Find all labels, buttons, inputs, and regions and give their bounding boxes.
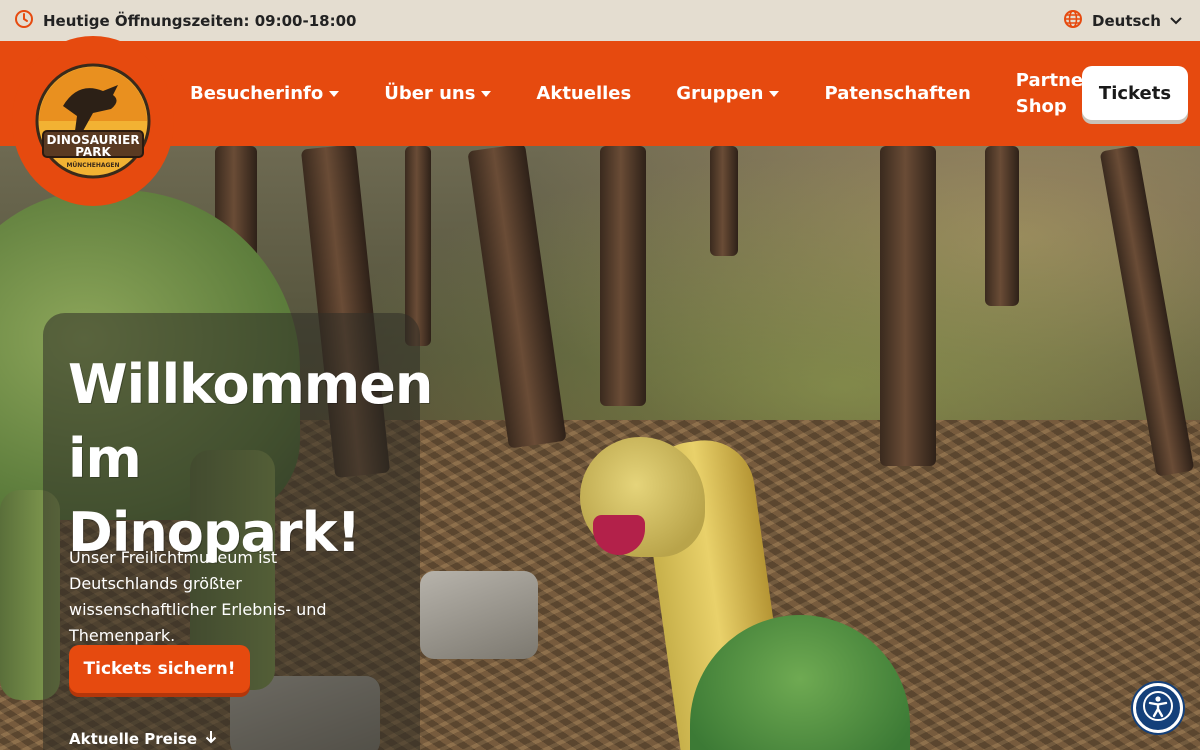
nav-item-label: Patenschaften <box>824 82 971 104</box>
headline-line1: Willkommen <box>68 353 433 416</box>
nav-item-label: Gruppen <box>676 82 764 104</box>
nav-item-besucherinfo[interactable]: Besucherinfo <box>190 81 340 107</box>
clock-icon <box>14 9 34 33</box>
accessibility-button[interactable] <box>1133 683 1183 733</box>
aktuelle-preise-link[interactable]: Aktuelle Preise <box>69 730 217 748</box>
language-selector[interactable]: Deutsch <box>1063 9 1186 33</box>
logo[interactable]: DINOSAURIER PARK MÜNCHEHAGEN <box>12 36 174 206</box>
caret-down-icon <box>481 90 492 97</box>
nav-item-gruppen[interactable]: Gruppen <box>676 81 780 107</box>
nav-item-label: Aktuelles <box>536 82 632 104</box>
language-label: Deutsch <box>1092 11 1161 30</box>
headline-line2: im Dinopark! <box>68 427 361 564</box>
prices-label: Aktuelle Preise <box>69 730 198 748</box>
logo-line3: MÜNCHEHAGEN <box>66 162 119 169</box>
arrow-down-icon <box>205 730 217 748</box>
globe-icon <box>1063 9 1083 33</box>
opening-hours: Heutige Öffnungszeiten: 09:00-18:00 <box>14 9 356 33</box>
nav-item-patenschaften[interactable]: Patenschaften <box>824 81 970 107</box>
tickets-button[interactable]: Tickets <box>1082 66 1188 120</box>
tree-trunk <box>880 146 936 466</box>
chevron-down-icon <box>1170 12 1182 30</box>
nav-item-ueber-uns[interactable]: Über uns <box>384 81 492 107</box>
rock <box>420 571 538 659</box>
dinosaurier-park-logo: DINOSAURIER PARK MÜNCHEHAGEN <box>35 63 151 179</box>
tree-trunk <box>985 146 1019 306</box>
tree-trunk <box>600 146 646 406</box>
main-navigation: Besucherinfo Über uns Aktuelles Gruppen … <box>0 41 1200 146</box>
caret-down-icon <box>329 90 340 97</box>
caret-down-icon <box>769 90 780 97</box>
opening-hours-text: Heutige Öffnungszeiten: 09:00-18:00 <box>43 11 357 30</box>
nav-menu: Besucherinfo Über uns Aktuelles Gruppen … <box>190 41 1143 146</box>
logo-line2: PARK <box>75 145 111 159</box>
nav-item-label: Über uns <box>384 82 476 104</box>
tree-trunk <box>710 146 738 256</box>
nav-item-label: Besucherinfo <box>190 82 324 104</box>
hero-headline: Willkommen im Dinopark! <box>68 348 433 570</box>
info-bar: Heutige Öffnungszeiten: 09:00-18:00 Deut… <box>0 0 1200 41</box>
tickets-sichern-button[interactable]: Tickets sichern! <box>69 645 250 693</box>
tree-trunk <box>467 146 567 449</box>
hero-subtitle: Unser Freilichtmuseum ist Deutschlands g… <box>69 548 327 645</box>
accessibility-icon <box>1142 690 1174 726</box>
nav-item-aktuelles[interactable]: Aktuelles <box>536 81 631 107</box>
